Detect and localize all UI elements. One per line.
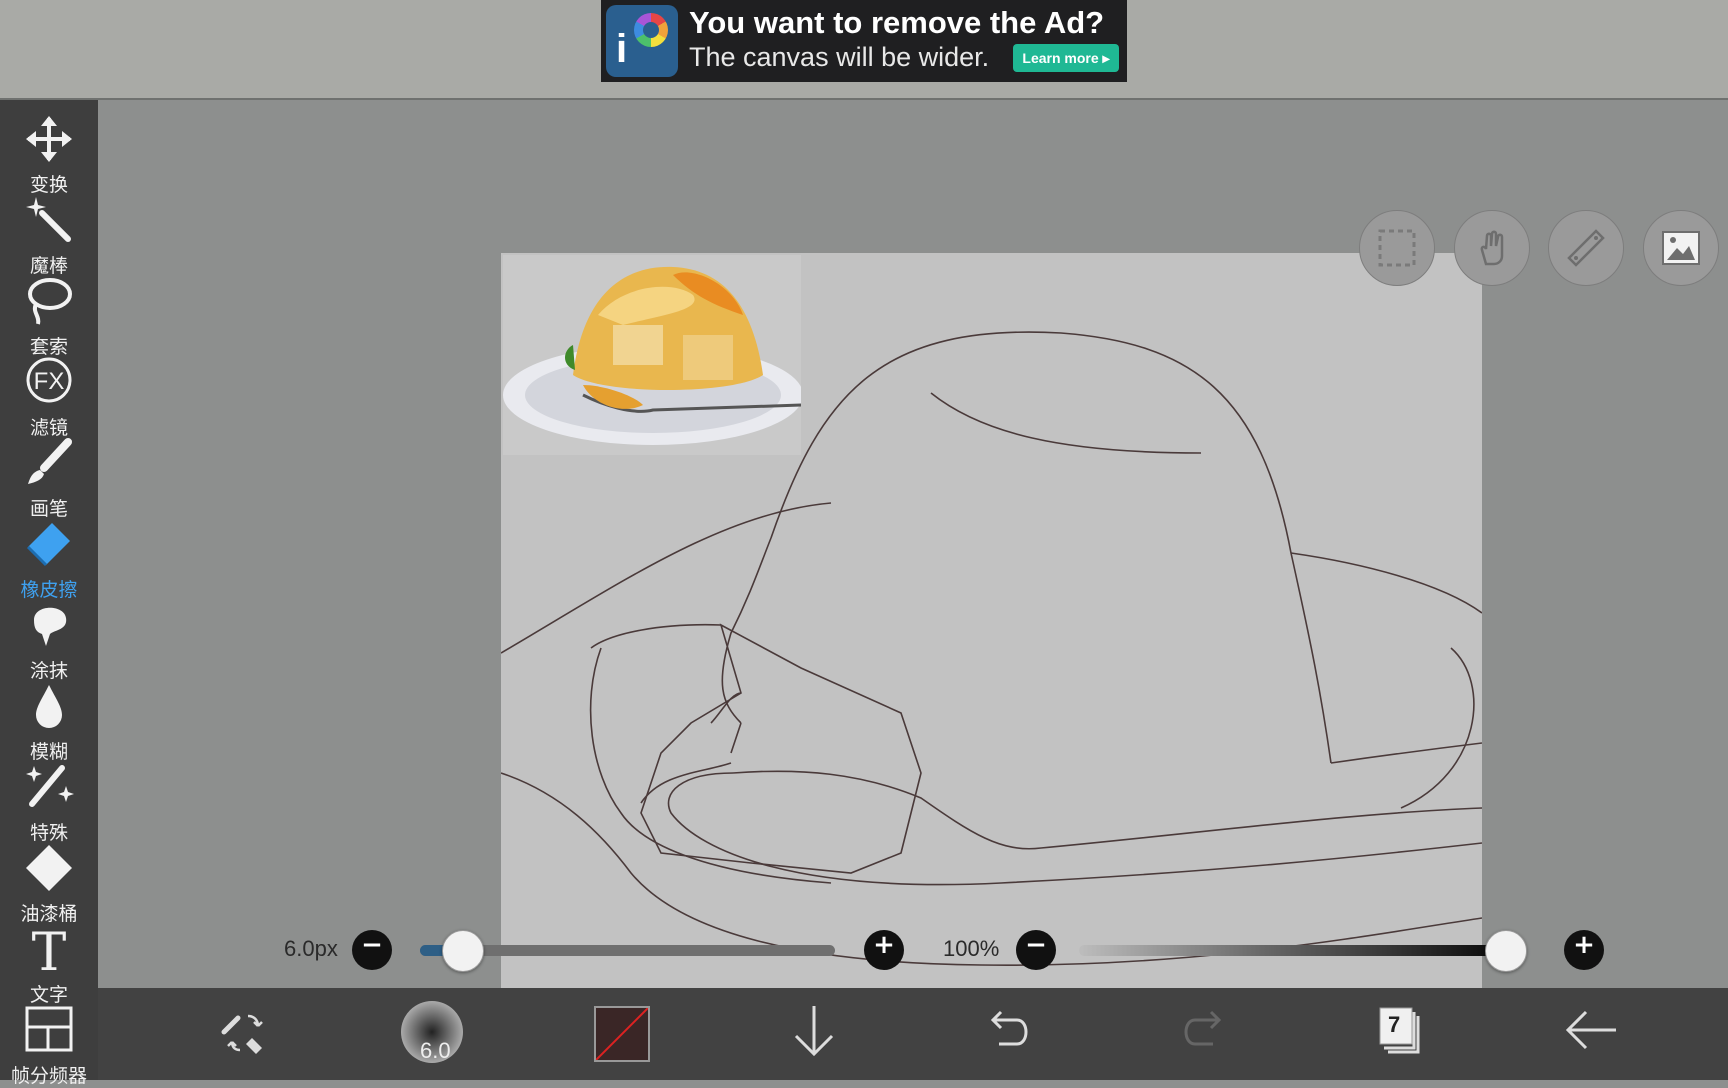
lasso-icon (28, 278, 72, 325)
back-button[interactable] (1558, 998, 1630, 1070)
ruler-icon (1567, 229, 1605, 267)
move-icon (26, 116, 72, 162)
tool-magic-wand[interactable]: 魔棒 (0, 195, 98, 277)
tool-frame-divider[interactable]: 帧分频器 (0, 1005, 98, 1087)
tool-label: 套索 (29, 336, 68, 358)
tool-label: 橡皮擦 (20, 579, 78, 601)
arrow-down-icon (794, 1006, 834, 1057)
special-wand-icon (26, 765, 74, 807)
tool-blur[interactable]: 模糊 (0, 681, 98, 763)
tool-transform[interactable]: 变换 (0, 114, 98, 196)
ad-title: You want to remove the Ad? (689, 5, 1105, 40)
hand-gesture-button[interactable] (1454, 210, 1530, 286)
opacity-decrease-button[interactable]: − (1016, 930, 1056, 970)
svg-text:FX: FX (34, 368, 65, 395)
svg-text:T: T (32, 924, 67, 974)
tool-label: 帧分频器 (10, 1065, 87, 1087)
tool-label: 滤镜 (29, 417, 68, 439)
tool-smudge[interactable]: 涂抹 (0, 600, 98, 682)
current-color-swatch (594, 1006, 650, 1062)
slider-row: 6.0px − + 100% − + (98, 910, 1728, 990)
selection-icon (1378, 229, 1416, 267)
layers-button[interactable]: 7 (1368, 998, 1440, 1070)
color-slash-icon (596, 1008, 648, 1060)
brush-size-label: 6.0 (420, 1038, 451, 1063)
swap-tools-icon (221, 1014, 263, 1054)
ad-subtitle: The canvas will be wider. (689, 42, 990, 72)
opacity-increase-button[interactable]: + (1564, 930, 1604, 970)
ad-banner[interactable]: i You want to remove the Ad? The canvas … (601, 0, 1127, 82)
size-slider-thumb[interactable] (442, 930, 484, 972)
opacity-slider-track[interactable] (1079, 945, 1525, 956)
ruler-button[interactable] (1548, 210, 1624, 286)
tool-label: 文字 (29, 984, 68, 1006)
tool-label: 画笔 (29, 498, 68, 520)
save-down-button[interactable] (788, 998, 860, 1070)
frame-divider-icon (25, 1006, 73, 1052)
fx-filter-icon: FX (26, 357, 72, 403)
eraser-icon (26, 523, 70, 567)
tool-paint-bucket[interactable]: 油漆桶 (0, 843, 98, 925)
magic-wand-icon (26, 197, 71, 242)
layer-count: 7 (1388, 1012, 1401, 1037)
reference-image-button[interactable] (1643, 210, 1719, 286)
swap-brush-eraser-button[interactable] (210, 998, 282, 1070)
undo-icon (990, 1010, 1028, 1046)
tool-label: 变换 (29, 174, 68, 196)
text-icon: T (32, 924, 67, 974)
canvas-area[interactable] (98, 100, 1728, 999)
tool-label: 涂抹 (29, 660, 68, 682)
tool-label: 油漆桶 (20, 903, 78, 925)
ad-learn-more-button[interactable]: Learn more ▸ (1013, 44, 1119, 72)
tool-brush[interactable]: 画笔 (0, 438, 98, 520)
size-decrease-button[interactable]: − (352, 930, 392, 970)
brush-icon (28, 438, 72, 484)
tool-label: 模糊 (29, 741, 68, 763)
bottom-toolbar: 6.0 7 (98, 988, 1728, 1080)
tool-eraser[interactable]: 橡皮擦 (0, 519, 98, 601)
opacity-slider-thumb[interactable] (1485, 930, 1527, 972)
brush-size-preview-button[interactable]: 6.0 (398, 998, 470, 1070)
tool-label: 特殊 (29, 822, 68, 844)
undo-button[interactable] (981, 998, 1053, 1070)
redo-button[interactable] (1175, 998, 1247, 1070)
color-swatch-button[interactable] (593, 998, 665, 1070)
brush-size-value: 6.0px (284, 936, 338, 961)
ibispaint-logo-icon: i (606, 5, 678, 77)
layers-icon (1379, 1007, 1420, 1054)
selection-button[interactable] (1359, 210, 1435, 286)
image-icon (1662, 231, 1700, 265)
tool-filter[interactable]: FX 滤镜 (0, 357, 98, 439)
ad-bar: i You want to remove the Ad? The canvas … (0, 0, 1728, 100)
tool-special[interactable]: 特殊 (0, 762, 98, 844)
tool-sidebar: 变换 魔棒 套索 FX 滤镜 画笔 橡皮擦 涂抹 模糊 特殊 油漆桶 T 文字 … (0, 100, 98, 1087)
arrow-left-icon (1565, 1010, 1616, 1050)
reference-image-jelly-pudding (503, 255, 801, 455)
paint-bucket-icon (26, 845, 72, 891)
jelly-pudding-photo (503, 266, 801, 445)
redo-icon (1184, 1010, 1222, 1046)
blur-drop-icon (36, 685, 62, 728)
smudge-icon (34, 607, 67, 646)
opacity-value: 100% (943, 936, 1000, 961)
tool-label: 魔棒 (29, 255, 68, 277)
tool-text[interactable]: T 文字 (0, 924, 98, 1006)
size-increase-button[interactable]: + (864, 930, 904, 970)
tool-lasso[interactable]: 套索 (0, 276, 98, 358)
hand-gesture-icon (1480, 230, 1504, 266)
